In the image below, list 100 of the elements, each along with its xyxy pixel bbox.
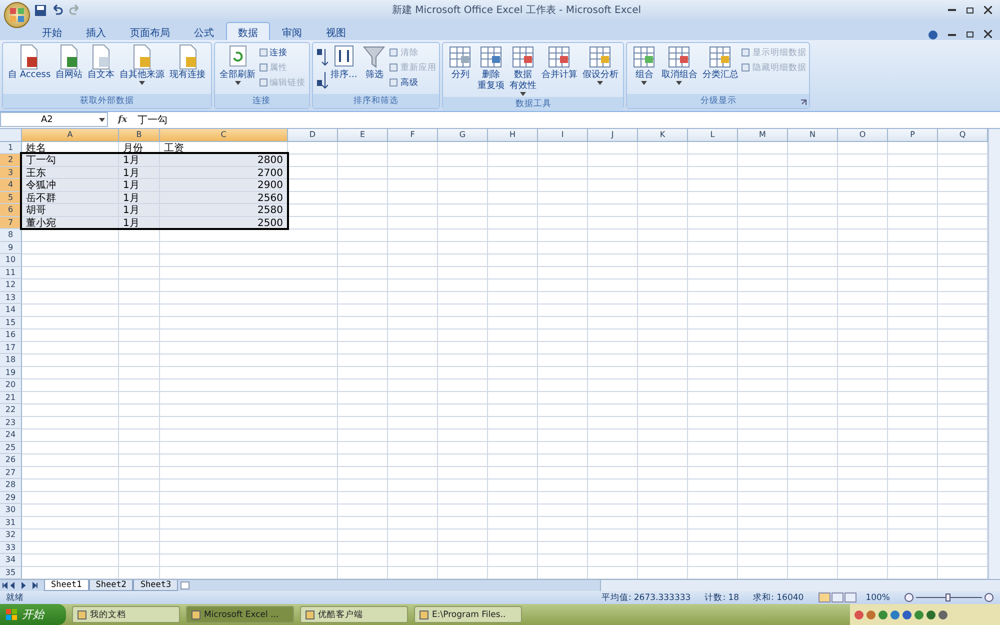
ribbon-button[interactable]: 合并计算: [539, 44, 580, 81]
row-header[interactable]: 31: [0, 516, 22, 530]
row-header[interactable]: 26: [0, 454, 22, 467]
ribbon-tab[interactable]: 页面布局: [118, 22, 182, 40]
ribbon-tab[interactable]: 审阅: [270, 22, 314, 40]
function-button[interactable]: fx: [112, 114, 134, 125]
column-header[interactable]: E: [338, 128, 388, 142]
row-header[interactable]: 22: [0, 404, 22, 417]
ribbon-small-button[interactable]: 高级: [389, 76, 436, 90]
row-header[interactable]: 8: [0, 229, 22, 242]
ribbon-button[interactable]: 现有连接: [168, 44, 208, 81]
start-button[interactable]: 开始: [0, 604, 66, 625]
app-icon: [305, 610, 315, 620]
row-header[interactable]: 35: [0, 566, 22, 580]
taskbar-button[interactable]: Microsoft Excel ...: [186, 606, 294, 624]
ribbon-button[interactable]: 分类汇总: [700, 44, 740, 81]
ribbon-group-label: 获取外部数据: [3, 94, 211, 108]
column-header[interactable]: L: [688, 128, 738, 142]
ribbon-tab[interactable]: 视图: [314, 22, 358, 40]
ribbon-tab[interactable]: 数据: [226, 22, 270, 40]
table-icon: [478, 44, 503, 70]
row-header[interactable]: 13: [0, 292, 22, 304]
app-icon: [77, 610, 87, 620]
row-header[interactable]: 2: [0, 154, 22, 167]
ribbon-button[interactable]: 自其他来源: [118, 44, 167, 85]
row-header[interactable]: 29: [0, 492, 22, 504]
taskbar-button[interactable]: 优酷客户端: [300, 606, 408, 624]
row-header[interactable]: 30: [0, 504, 22, 517]
horizontal-scrollbar[interactable]: [600, 580, 1000, 592]
row-header[interactable]: 19: [0, 366, 22, 380]
row-header[interactable]: 25: [0, 442, 22, 454]
undo-icon[interactable]: [51, 4, 64, 16]
column-header[interactable]: N: [788, 128, 838, 142]
caret-icon: [139, 80, 146, 85]
close-icon: [984, 30, 992, 38]
zoom-level[interactable]: 100%: [866, 592, 890, 603]
ribbon-button[interactable]: 分列: [446, 44, 474, 81]
column-header[interactable]: A: [22, 128, 119, 142]
row-header[interactable]: 20: [0, 379, 22, 392]
row-header[interactable]: 9: [0, 242, 22, 254]
row-header[interactable]: 33: [0, 542, 22, 554]
ribbon-button[interactable]: 取消组合: [659, 44, 700, 85]
row-header[interactable]: 28: [0, 479, 22, 492]
column-header[interactable]: D: [288, 128, 338, 142]
ribbon-button[interactable]: 假设分析: [580, 44, 620, 85]
column-header[interactable]: O: [838, 128, 888, 142]
office-button[interactable]: [4, 2, 30, 28]
row-header[interactable]: 14: [0, 304, 22, 317]
ribbon-tab[interactable]: 插入: [74, 22, 118, 40]
table-icon: [708, 44, 732, 70]
row-header[interactable]: 27: [0, 466, 22, 480]
ribbon-button[interactable]: 删除 重复项: [475, 44, 506, 92]
row-header[interactable]: 1: [0, 142, 22, 154]
row-header[interactable]: 32: [0, 529, 22, 542]
row-header[interactable]: 4: [0, 179, 22, 192]
ribbon-button[interactable]: 排序...: [328, 44, 360, 81]
sheet-tab[interactable]: Sheet3: [133, 580, 178, 592]
row-header[interactable]: 12: [0, 279, 22, 292]
row-header[interactable]: 11: [0, 266, 22, 280]
sheet-tab[interactable]: Sheet1: [44, 580, 89, 592]
row-header[interactable]: 17: [0, 342, 22, 354]
dialog-launcher-icon[interactable]: [800, 98, 808, 106]
ribbon-button[interactable]: 自 Access: [6, 44, 53, 81]
column-header[interactable]: H: [488, 128, 538, 142]
taskbar-button[interactable]: E:\Program Files..: [414, 606, 522, 624]
column-header[interactable]: B: [119, 128, 160, 142]
row-header[interactable]: 24: [0, 429, 22, 442]
column-header[interactable]: K: [638, 128, 688, 142]
row-header[interactable]: 18: [0, 354, 22, 367]
row-header[interactable]: 23: [0, 416, 22, 430]
sheet-tab[interactable]: Sheet2: [88, 580, 134, 592]
ribbon-button[interactable]: 全部刷新: [218, 44, 258, 85]
column-header[interactable]: Q: [938, 128, 988, 142]
ribbon-button[interactable]: 数据 有效性: [507, 44, 538, 96]
ribbon-button[interactable]: 筛选: [360, 44, 388, 81]
formula-field[interactable]: 丁一勾: [137, 112, 1000, 127]
name-box[interactable]: A2: [0, 112, 108, 128]
row-header[interactable]: 15: [0, 316, 22, 330]
column-header[interactable]: C: [160, 128, 288, 142]
row-header[interactable]: 10: [0, 254, 22, 267]
row-header[interactable]: 16: [0, 329, 22, 342]
ribbon-button[interactable]: 组合: [630, 44, 658, 85]
column-header[interactable]: F: [388, 128, 438, 142]
save-icon[interactable]: [34, 4, 47, 16]
column-header[interactable]: G: [438, 128, 488, 142]
table-cell: 岳不群: [22, 192, 119, 204]
vertical-scrollbar[interactable]: [988, 128, 1000, 580]
column-header[interactable]: I: [538, 128, 588, 142]
row-header[interactable]: 34: [0, 554, 22, 567]
ribbon-button[interactable]: 自网站: [54, 44, 85, 81]
column-header[interactable]: P: [888, 128, 938, 142]
row-header[interactable]: 6: [0, 204, 22, 217]
ribbon-button[interactable]: 自文本: [86, 44, 117, 81]
ribbon-tab[interactable]: 开始: [30, 22, 74, 40]
row-header[interactable]: 21: [0, 392, 22, 404]
taskbar-button[interactable]: 我的文档: [72, 606, 180, 624]
ribbon-tab[interactable]: 公式: [182, 22, 226, 40]
ribbon-small-button[interactable]: 连接: [258, 46, 306, 60]
column-header[interactable]: M: [738, 128, 788, 142]
column-header[interactable]: J: [588, 128, 638, 142]
